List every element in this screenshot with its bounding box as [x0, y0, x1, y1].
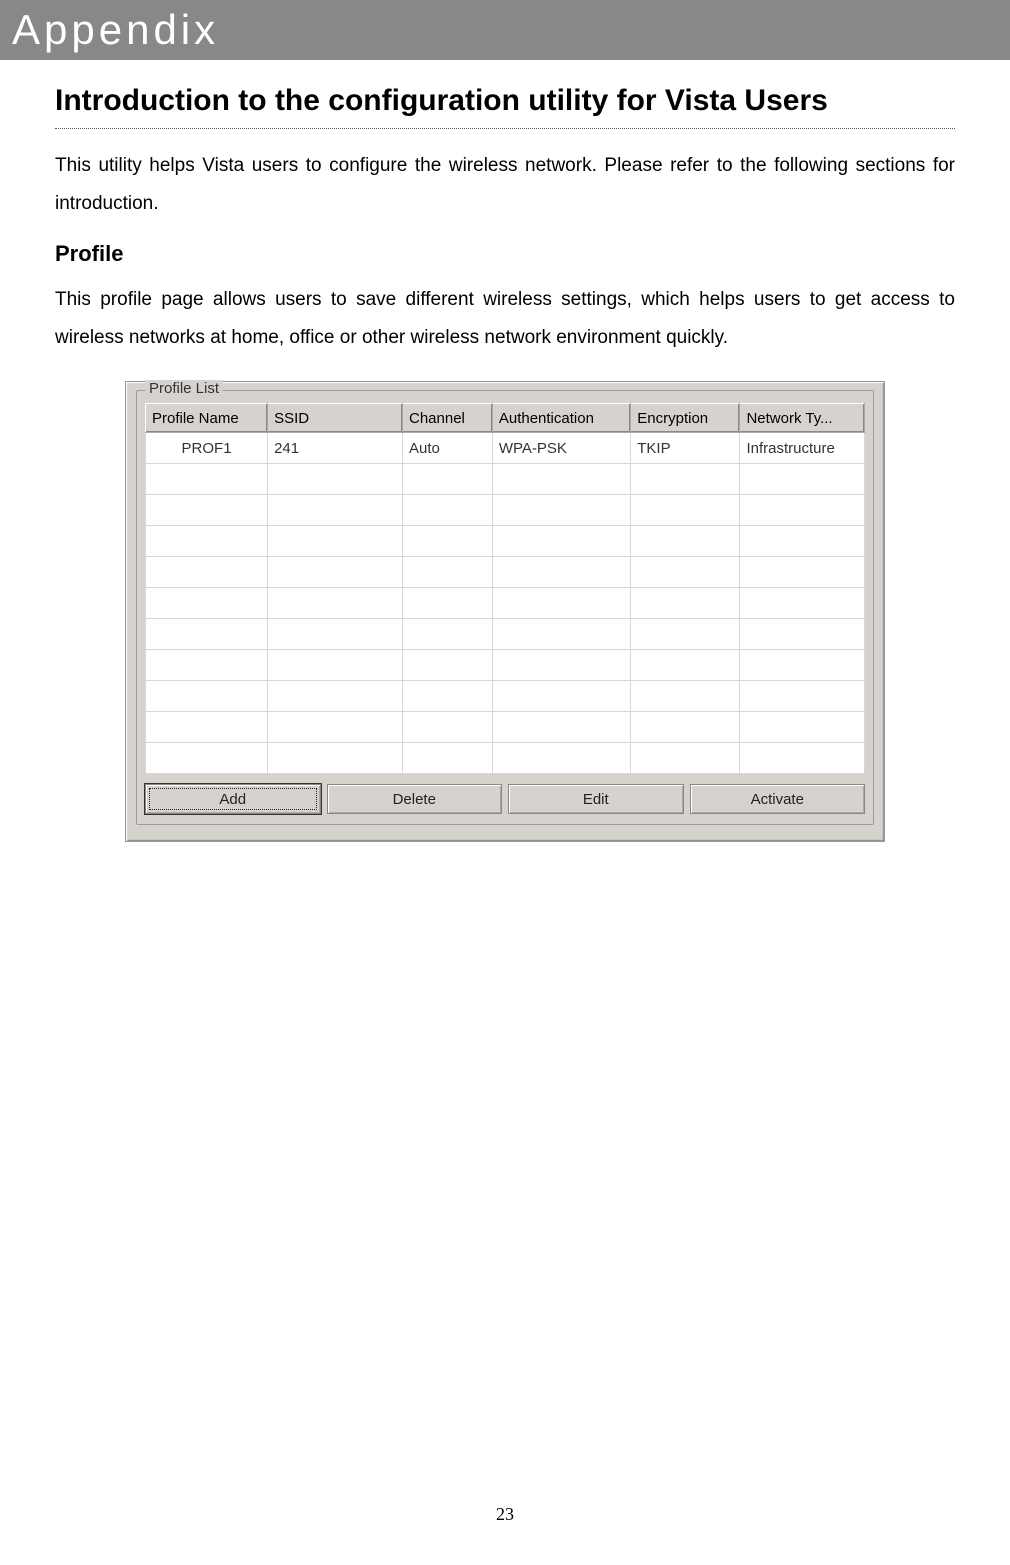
- table-cell: [740, 712, 865, 743]
- table-row[interactable]: [146, 743, 865, 774]
- add-button[interactable]: Add: [145, 784, 321, 814]
- appendix-header: Appendix: [0, 0, 1010, 60]
- table-cell: Auto: [403, 433, 493, 464]
- profile-heading: Profile: [55, 241, 955, 267]
- screenshot-panel: Profile List Profile Name SSID Channel A…: [55, 381, 955, 842]
- table-row[interactable]: PROF1241AutoWPA-PSKTKIPInfrastructure: [146, 433, 865, 464]
- table-cell: [268, 526, 403, 557]
- table-cell: [492, 650, 630, 681]
- col-profile-name[interactable]: Profile Name: [146, 404, 268, 433]
- table-cell: [740, 681, 865, 712]
- table-cell: [631, 526, 740, 557]
- table-cell: [403, 712, 493, 743]
- table-cell: [268, 712, 403, 743]
- table-cell: [268, 557, 403, 588]
- table-cell: [268, 588, 403, 619]
- table-cell: Infrastructure: [740, 433, 865, 464]
- table-row[interactable]: [146, 619, 865, 650]
- table-cell: [146, 712, 268, 743]
- table-cell: [492, 588, 630, 619]
- table-cell: [631, 681, 740, 712]
- table-cell: PROF1: [146, 433, 268, 464]
- table-cell: [740, 557, 865, 588]
- divider: [55, 128, 955, 129]
- col-channel[interactable]: Channel: [403, 404, 493, 433]
- table-cell: 241: [268, 433, 403, 464]
- col-encryption[interactable]: Encryption: [631, 404, 740, 433]
- table-cell: [631, 557, 740, 588]
- table-cell: [403, 588, 493, 619]
- table-cell: [740, 464, 865, 495]
- table-cell: [631, 712, 740, 743]
- table-cell: [631, 650, 740, 681]
- table-cell: [403, 681, 493, 712]
- table-cell: [146, 588, 268, 619]
- activate-button[interactable]: Activate: [690, 784, 866, 814]
- table-cell: WPA-PSK: [492, 433, 630, 464]
- table-cell: [631, 495, 740, 526]
- table-cell: [492, 464, 630, 495]
- table-cell: [740, 619, 865, 650]
- table-cell: [631, 588, 740, 619]
- table-cell: [740, 495, 865, 526]
- edit-button[interactable]: Edit: [508, 784, 684, 814]
- table-cell: [146, 526, 268, 557]
- table-row[interactable]: [146, 681, 865, 712]
- groupbox-title: Profile List: [145, 380, 223, 397]
- table-cell: [492, 681, 630, 712]
- table-cell: [146, 495, 268, 526]
- table-cell: [146, 464, 268, 495]
- table-cell: [268, 464, 403, 495]
- profile-text: This profile page allows users to save d…: [55, 281, 955, 357]
- profile-list-groupbox: Profile List Profile Name SSID Channel A…: [136, 390, 874, 825]
- table-cell: [146, 681, 268, 712]
- table-cell: [740, 526, 865, 557]
- table-cell: [403, 495, 493, 526]
- table-cell: [146, 619, 268, 650]
- intro-text: This utility helps Vista users to config…: [55, 147, 955, 223]
- table-row[interactable]: [146, 495, 865, 526]
- table-cell: [146, 743, 268, 774]
- table-cell: [146, 557, 268, 588]
- table-cell: [403, 743, 493, 774]
- table-cell: [268, 619, 403, 650]
- table-cell: [146, 650, 268, 681]
- table-cell: [740, 588, 865, 619]
- table-cell: TKIP: [631, 433, 740, 464]
- table-row[interactable]: [146, 650, 865, 681]
- table-cell: [492, 495, 630, 526]
- table-row[interactable]: [146, 557, 865, 588]
- table-cell: [492, 712, 630, 743]
- section-title: Introduction to the configuration utilit…: [55, 84, 955, 118]
- table-cell: [268, 495, 403, 526]
- table-cell: [268, 650, 403, 681]
- table-row[interactable]: [146, 464, 865, 495]
- col-authentication[interactable]: Authentication: [492, 404, 630, 433]
- table-cell: [492, 526, 630, 557]
- table-row[interactable]: [146, 588, 865, 619]
- table-cell: [740, 743, 865, 774]
- table-row[interactable]: [146, 526, 865, 557]
- table-cell: [492, 557, 630, 588]
- table-cell: [403, 650, 493, 681]
- delete-button[interactable]: Delete: [327, 784, 503, 814]
- table-row[interactable]: [146, 712, 865, 743]
- table-cell: [403, 464, 493, 495]
- table-cell: [403, 619, 493, 650]
- table-cell: [631, 743, 740, 774]
- table-cell: [403, 557, 493, 588]
- col-network-type[interactable]: Network Ty...: [740, 404, 865, 433]
- page-number: 23: [0, 1504, 1010, 1525]
- table-cell: [268, 681, 403, 712]
- table-cell: [740, 650, 865, 681]
- table-cell: [268, 743, 403, 774]
- profile-table[interactable]: Profile Name SSID Channel Authentication…: [145, 403, 865, 774]
- col-ssid[interactable]: SSID: [268, 404, 403, 433]
- table-cell: [403, 526, 493, 557]
- table-cell: [631, 619, 740, 650]
- table-cell: [492, 619, 630, 650]
- table-cell: [492, 743, 630, 774]
- table-cell: [631, 464, 740, 495]
